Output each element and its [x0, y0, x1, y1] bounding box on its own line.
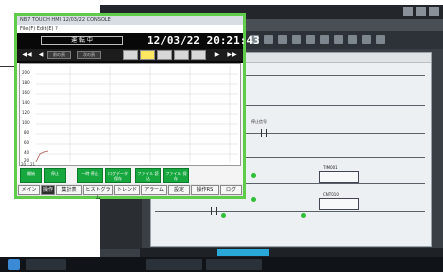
function-block[interactable]: [319, 198, 359, 210]
taskbar-item[interactable]: [26, 259, 66, 270]
tab-log[interactable]: ログ: [220, 185, 242, 195]
save-log-button[interactable]: ログデータ 保存: [105, 168, 131, 183]
toolbar-icon[interactable]: [264, 35, 273, 44]
tab-summary[interactable]: 集計表: [56, 185, 82, 195]
block-label: TIM001: [323, 165, 338, 170]
grid-tool-icon[interactable]: [174, 50, 189, 60]
hmi-nav-row: ◀◀ ◀ 前の頁 次の頁 ▶ ▶▶: [17, 49, 243, 61]
prev-far-button[interactable]: ◀◀: [21, 51, 33, 59]
toolbar-icon[interactable]: [376, 35, 385, 44]
tab-alarm[interactable]: アラーム: [141, 185, 167, 195]
function-block[interactable]: [319, 171, 359, 183]
next-page-button[interactable]: 次の頁: [77, 51, 101, 59]
prev-page-button[interactable]: 前の頁: [47, 51, 71, 59]
trend-line: [35, 150, 49, 163]
tab-trend[interactable]: トレンド: [114, 185, 140, 195]
toolbar-icon[interactable]: [320, 35, 329, 44]
y-tick-label: 160: [22, 90, 30, 95]
stop-button[interactable]: 停止: [44, 168, 66, 183]
y-tick-label: 80: [24, 130, 30, 135]
tab-histogram[interactable]: ヒストグラム: [83, 185, 113, 201]
next-button[interactable]: ▶: [213, 51, 221, 59]
minimize-icon[interactable]: [403, 7, 413, 16]
toolbar-icon[interactable]: [362, 35, 371, 44]
y-tick-label: 60: [24, 140, 30, 145]
pen-tool-icon[interactable]: [140, 50, 155, 60]
editor-status-bar: [140, 248, 443, 257]
y-tick-label: 180: [22, 80, 30, 85]
rung-line: [155, 211, 425, 212]
mode-status-box: 運 転 中: [41, 36, 123, 45]
toolbar-icon[interactable]: [292, 35, 301, 44]
y-tick-label: 100: [22, 120, 30, 125]
cursor-tool-icon[interactable]: [123, 50, 138, 60]
save-file-button[interactable]: ファイル 保存: [163, 168, 189, 183]
power-flow-indicator: [251, 197, 256, 202]
power-flow-indicator: [301, 213, 306, 218]
pause-button[interactable]: 一時 停止: [77, 168, 103, 183]
tab-operation[interactable]: 操作: [41, 185, 55, 195]
y-tick-label: 120: [22, 110, 30, 115]
datetime-display: 12/03/22 20:21:43: [147, 34, 260, 47]
power-flow-indicator: [251, 173, 256, 178]
hmi-window-highlight: NB7 TOUCH HMI 12/03/22 CONSOLE File(F) E…: [14, 13, 260, 201]
toolbar-icon[interactable]: [306, 35, 315, 44]
contact-label: 停止信号: [251, 119, 267, 124]
y-tick-label: 140: [22, 100, 30, 105]
power-flow-indicator: [221, 213, 226, 218]
y-tick-label: 40: [24, 150, 30, 155]
ladder-contact[interactable]: [261, 129, 267, 137]
toolbar-icon[interactable]: [278, 35, 287, 44]
callout-line: [0, 66, 14, 67]
hmi-menubar[interactable]: File(F) Edit(E) ?: [17, 25, 243, 33]
taskbar-item[interactable]: [206, 259, 262, 270]
zoom-tool-icon[interactable]: [157, 50, 172, 60]
prev-button[interactable]: ◀: [37, 51, 45, 59]
tab-main[interactable]: メイン: [18, 185, 40, 195]
ladder-program-tab[interactable]: [217, 249, 269, 256]
trend-graph-svg: [35, 66, 238, 163]
graph-time-footer: 20 : 21: [21, 162, 36, 167]
window-controls: [403, 7, 439, 16]
start-button[interactable]: [8, 259, 20, 270]
toolbar-icon[interactable]: [348, 35, 357, 44]
tab-settings[interactable]: 設定: [168, 185, 190, 195]
maximize-icon[interactable]: [416, 7, 426, 16]
load-file-button[interactable]: ファイル 読込: [135, 168, 161, 183]
close-icon[interactable]: [429, 7, 439, 16]
toolbar-icon[interactable]: [334, 35, 343, 44]
taskbar-item[interactable]: [146, 259, 202, 270]
y-tick-label: 200: [22, 70, 30, 75]
desktop: 運転信号 停止信号 異常リセット TIM001 CNT010 NB7 TOUCH…: [0, 0, 443, 272]
taskbar: [0, 257, 443, 272]
ladder-contact[interactable]: [211, 207, 217, 215]
hmi-bottom-tabs: メイン 操作 集計表 ヒストグラム トレンド アラーム 設定 操作RS ログ: [17, 184, 243, 201]
next-far-button[interactable]: ▶▶: [225, 51, 239, 59]
hmi-titlebar: NB7 TOUCH HMI 12/03/22 CONSOLE: [17, 16, 243, 25]
list-tool-icon[interactable]: [191, 50, 206, 60]
trend-graph[interactable]: 200 180 160 140 120 100 80 60 40 20: [19, 63, 241, 166]
start-button[interactable]: 開始: [20, 168, 42, 183]
block-label: CNT010: [323, 192, 339, 197]
tab-operation-rs[interactable]: 操作RS: [191, 185, 219, 195]
